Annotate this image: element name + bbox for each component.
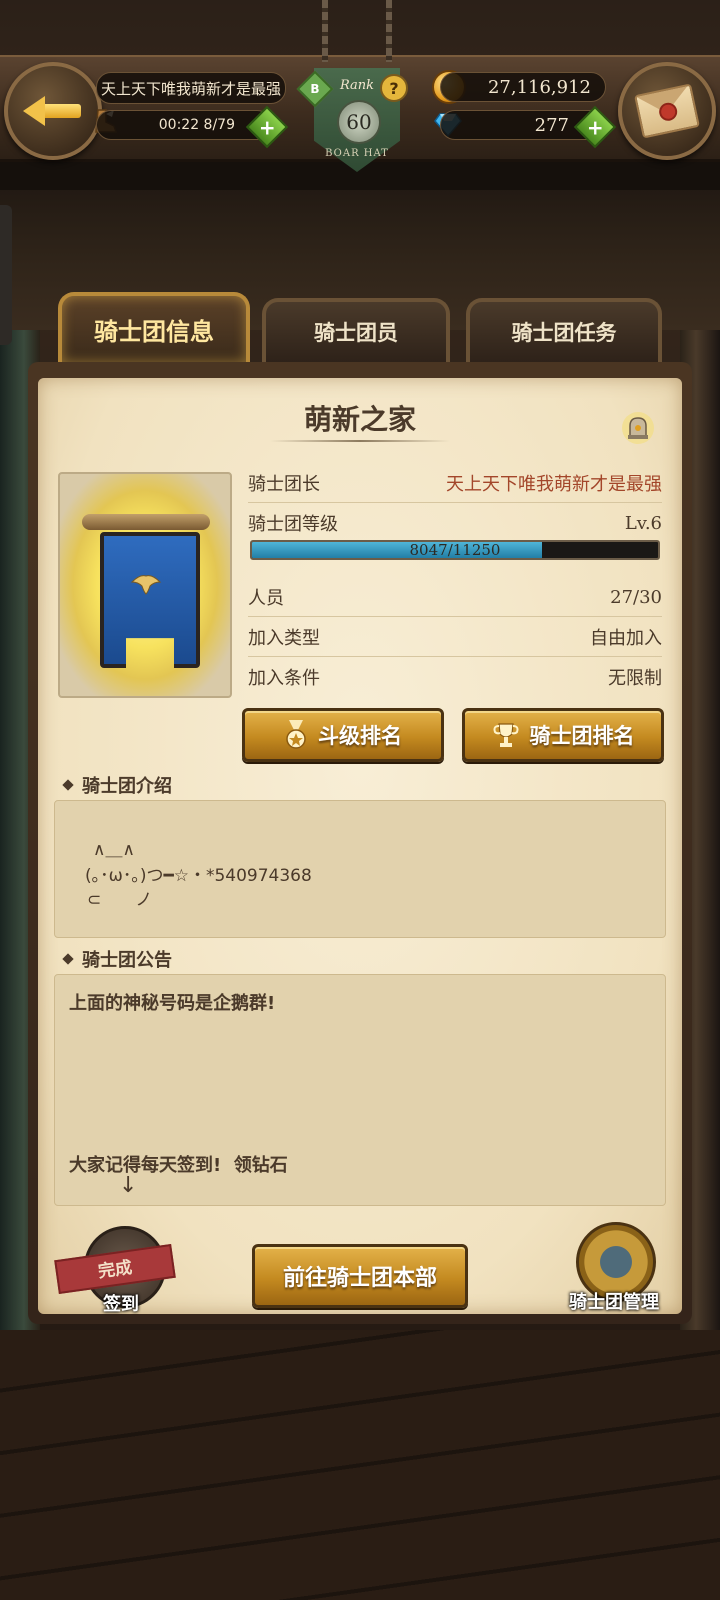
checkin-label: 签到 <box>103 1294 139 1315</box>
join-condition-row: 加入条件 无限制 <box>248 658 662 696</box>
duel-rank-label: 斗级排名 <box>318 724 402 748</box>
emblem-chain-right <box>386 0 392 62</box>
tab-guild-quests[interactable]: 骑士团任务 <box>466 298 662 362</box>
notice-section-title: 骑士团公告 <box>62 946 172 972</box>
stamina-timer: 00:22 8/79 <box>96 110 272 140</box>
emblem-chain-left <box>322 0 328 62</box>
side-drawer-handle[interactable] <box>0 205 12 345</box>
alarm-bell-icon[interactable] <box>620 408 656 444</box>
join-condition-value: 无限制 <box>608 668 662 689</box>
guild-level: Lv.6 <box>624 512 662 534</box>
level-label: 骑士团等级 <box>248 514 338 535</box>
bullet-diamond-icon <box>62 779 74 791</box>
guild-rank-button[interactable]: 骑士团排名 <box>462 708 664 762</box>
back-button[interactable] <box>4 62 102 160</box>
leader-name[interactable]: 天上天下唯我萌新才是最强 <box>446 470 662 496</box>
trophy-icon <box>493 723 518 747</box>
mail-envelope-icon <box>634 83 700 139</box>
rank-emblem[interactable]: B Rank 60 BOAR HAT ? <box>292 0 422 182</box>
rank-help-icon[interactable]: ? <box>380 74 408 102</box>
banner-crest-icon <box>130 575 162 595</box>
title-divider <box>270 440 450 442</box>
gold-amount: 27,116,912 <box>440 72 606 102</box>
mail-button[interactable] <box>618 62 716 160</box>
player-name: 天上天下唯我萌新才是最强 <box>96 72 286 104</box>
guild-notice-box: 上面的神秘号码是企鹅群! 大家记得每天签到! 领钻石 ↓ <box>54 974 666 1206</box>
banner-rod <box>82 514 210 530</box>
notice-line: ↓ <box>119 1173 138 1198</box>
tab-guild-members[interactable]: 骑士团员 <box>262 298 450 362</box>
members-count: 27/30 <box>610 586 662 608</box>
guild-banner-frame <box>58 472 232 698</box>
notice-line: 大家记得每天签到! 领钻石 <box>69 1155 288 1176</box>
intro-line: ⊂ ノ <box>87 890 153 910</box>
members-row: 人员 27/30 <box>248 578 662 617</box>
intro-section-title: 骑士团介绍 <box>62 772 172 798</box>
guild-manage-button[interactable]: 骑士团管理 <box>552 1222 676 1314</box>
join-condition-label: 加入条件 <box>248 668 320 689</box>
rank-level: 60 <box>337 100 381 144</box>
join-type-label: 加入类型 <box>248 628 320 649</box>
intro-line: (｡･ω･｡)つ━☆・*540974368 <box>85 866 312 886</box>
go-to-hq-button[interactable]: 前往骑士团本部 <box>252 1244 468 1308</box>
medal-icon <box>286 720 306 749</box>
intro-line: ∧＿∧ <box>93 840 135 860</box>
leader-label: 骑士团长 <box>248 474 320 495</box>
background-floor <box>0 1330 720 1600</box>
guild-manage-label: 骑士团管理 <box>569 1292 659 1313</box>
guild-rank-label: 骑士团排名 <box>529 724 635 748</box>
checkin-button[interactable]: 完成 签到 <box>54 1222 186 1315</box>
join-type-row: 加入类型 自由加入 <box>248 618 662 657</box>
bullet-diamond-icon <box>62 953 74 965</box>
guild-name: 萌新之家 <box>303 403 416 436</box>
go-to-hq-label: 前往骑士团本部 <box>282 1266 437 1291</box>
level-row: 骑士团等级 Lv.6 <box>248 504 662 542</box>
join-type-value: 自由加入 <box>590 628 662 649</box>
guild-exp-text: 8047/11250 <box>409 541 501 559</box>
leader-row: 骑士团长 天上天下唯我萌新才是最强 <box>248 464 662 503</box>
tab-guild-info[interactable]: 骑士团信息 <box>58 292 250 362</box>
duel-rank-button[interactable]: 斗级排名 <box>242 708 444 762</box>
back-arrow-icon <box>23 96 83 126</box>
members-label: 人员 <box>248 588 284 609</box>
notice-line: 上面的神秘号码是企鹅群! <box>69 993 276 1014</box>
guild-exp-bar: 8047/11250 <box>250 540 660 560</box>
guild-intro-box: ∧＿∧ (｡･ω･｡)つ━☆・*540974368 ⊂ ノ <box>54 800 666 938</box>
rank-motto: BOAR HAT <box>325 148 389 159</box>
